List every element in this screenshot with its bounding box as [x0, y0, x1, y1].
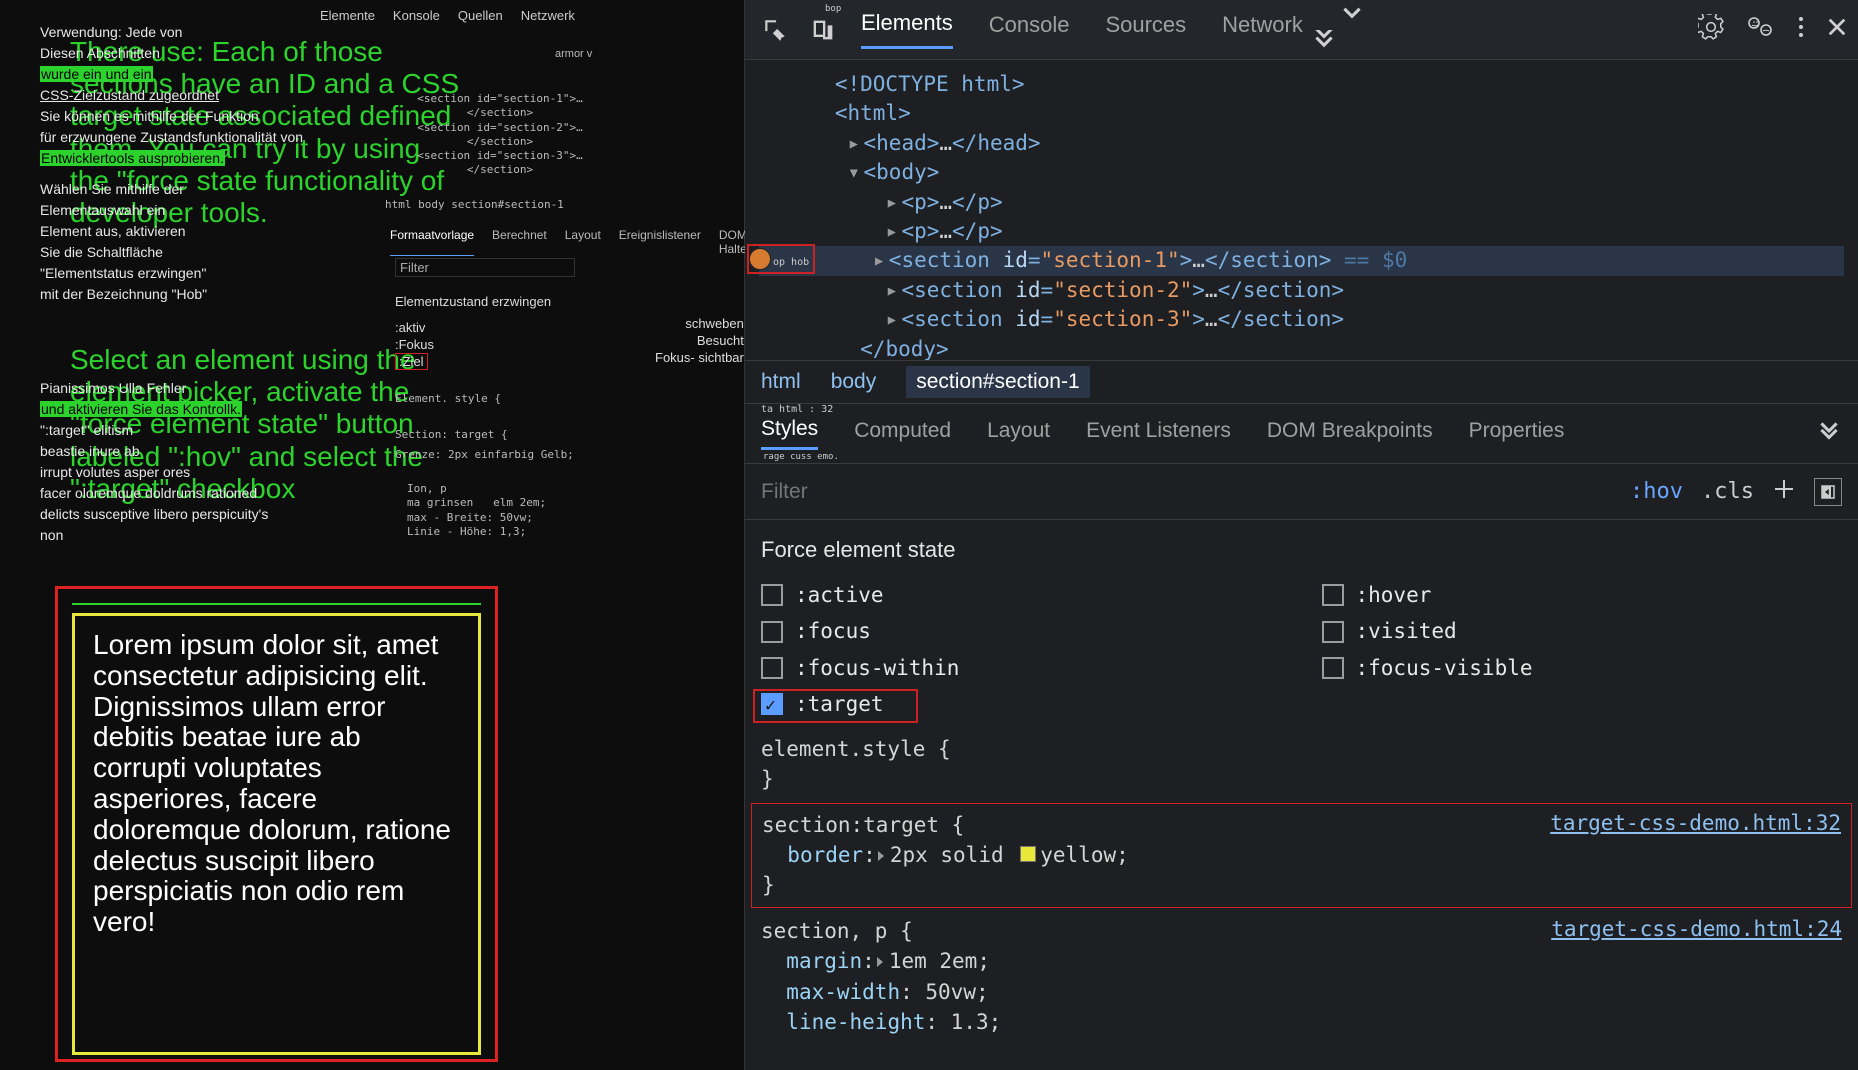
- styles-filter-row: :hov .cls: [745, 464, 1858, 520]
- source-link-target[interactable]: target-css-demo.html:32: [1550, 808, 1841, 838]
- devtools-panel: bop Elements Console Sources Network: [745, 0, 1858, 1070]
- add-rule-icon[interactable]: [1772, 477, 1796, 506]
- crumb-html[interactable]: html: [761, 370, 801, 394]
- mini-tab-elements[interactable]: Elemente: [320, 8, 375, 23]
- crumb-section1[interactable]: section#section-1: [906, 366, 1089, 398]
- crumb-body[interactable]: body: [831, 370, 877, 394]
- subtab-layout[interactable]: Layout: [987, 419, 1050, 449]
- state-focus-visible[interactable]: :focus-visible: [1322, 653, 1843, 683]
- styles-filter-input[interactable]: [761, 480, 1612, 504]
- force-state-grid: :active :hover :focus :visited :focus-wi…: [761, 580, 1842, 720]
- mini-states-left: :aktiv :Fokus :Ziel: [395, 320, 434, 371]
- mini-rule-elstyle: Element. style {: [395, 392, 501, 406]
- devtools-main-tabbar: bop Elements Console Sources Network: [745, 0, 1858, 60]
- tab-elements[interactable]: Elements: [861, 10, 953, 49]
- rendered-section-1: Lorem ipsum dolor sit, amet consectetur …: [55, 586, 498, 1062]
- tab-console[interactable]: Console: [989, 12, 1070, 48]
- forced-state-indicator-icon: [749, 248, 771, 270]
- mini-subtabs: Formaatvorlage Berechnet Layout Ereignis…: [390, 228, 783, 256]
- german-overlay-2: Pianissimos Ulla Fehler und aktivieren S…: [40, 378, 320, 546]
- state-hover[interactable]: :hover: [1322, 580, 1843, 610]
- dom-node-section-1[interactable]: ▸<section id="section-1">…</section> == …: [759, 246, 1844, 275]
- color-swatch-icon[interactable]: [1020, 846, 1036, 862]
- cls-toggle-button[interactable]: .cls: [1701, 479, 1754, 504]
- dom-tree[interactable]: <!DOCTYPE html> <html> ▸<head>…</head> ▾…: [745, 60, 1858, 360]
- rule-section-p[interactable]: target-css-demo.html:24 section, p { mar…: [761, 914, 1842, 1040]
- state-target[interactable]: :target: [761, 689, 1282, 719]
- settings-icon[interactable]: [1698, 14, 1724, 45]
- mini-subtab-events[interactable]: Ereignislistener: [619, 228, 701, 256]
- mini-subtab-computed[interactable]: Berechnet: [492, 228, 547, 256]
- subtab-dom-breakpoints[interactable]: DOM Breakpoints: [1267, 419, 1433, 449]
- subtab-computed[interactable]: Computed: [854, 419, 951, 449]
- subtab-styles[interactable]: Styles: [761, 417, 818, 450]
- subtab-properties[interactable]: Properties: [1469, 419, 1565, 449]
- close-icon[interactable]: [1826, 16, 1848, 43]
- state-focus-within[interactable]: :focus-within: [761, 653, 1282, 683]
- more-tabs-icon[interactable]: [1339, 0, 1368, 61]
- feedback-icon[interactable]: [1746, 14, 1776, 45]
- mini-subtab-layout[interactable]: Layout: [565, 228, 601, 256]
- mini-tab-sources[interactable]: Quellen: [458, 8, 503, 23]
- mini-tab-console[interactable]: Konsole: [393, 8, 440, 23]
- mini-states-right: schweben Besucht Fokus- sichtbar: [655, 316, 744, 367]
- state-active[interactable]: :active: [761, 580, 1282, 610]
- mini-rule-sectionp: Ion, p ma grinsen elm 2em; max - Breite:…: [407, 482, 546, 539]
- mini-armor-label: armor v: [555, 48, 592, 60]
- device-toolbar-icon[interactable]: bop: [803, 10, 843, 50]
- lorem-paragraph: Lorem ipsum dolor sit, amet consectetur …: [93, 630, 460, 938]
- german-overlay-1: Verwendung: Jede von Diesen Abschnitten …: [40, 22, 310, 305]
- state-visited[interactable]: :visited: [1322, 616, 1843, 646]
- tab-network[interactable]: Network: [1222, 12, 1303, 48]
- more-menu-icon[interactable]: [1798, 15, 1804, 44]
- mini-rule-border: Grenze: 2px einfarbig Gelb;: [395, 448, 574, 462]
- rule-section-target[interactable]: target-css-demo.html:32 section:target {…: [762, 808, 1841, 903]
- mini-filter[interactable]: Filter: [395, 258, 575, 277]
- mini-rule-target: Section: target {: [395, 428, 508, 442]
- subtab-more-icon[interactable]: [1816, 418, 1842, 450]
- subtab-event-listeners[interactable]: Event Listeners: [1086, 419, 1231, 449]
- mini-crumb: html body section#section-1: [385, 198, 564, 212]
- force-state-mini-title: Elementzustand erzwingen: [395, 294, 551, 309]
- ophob-label: op hob: [773, 256, 809, 270]
- mini-tab-network[interactable]: Netzwerk: [521, 8, 575, 23]
- source-link-sectionp[interactable]: target-css-demo.html:24: [1551, 914, 1842, 944]
- state-focus[interactable]: :focus: [761, 616, 1282, 646]
- hov-toggle-button[interactable]: :hov: [1630, 479, 1683, 504]
- mini-dom-snippet: <section id="section-1">…</section> <sec…: [410, 92, 590, 178]
- rule-element-style[interactable]: element.style { }: [761, 732, 1842, 797]
- annotation-highlight-box: [753, 689, 918, 723]
- breadcrumb[interactable]: html body section#section-1 ta html : 32: [745, 360, 1858, 404]
- styles-subtabs: Styles Computed Layout Event Listeners D…: [745, 404, 1858, 464]
- toggle-side-panel-icon[interactable]: [1814, 478, 1842, 506]
- inspect-element-icon[interactable]: [755, 10, 795, 50]
- mini-devtools-tabs: Elemente Konsole Quellen Netzwerk: [320, 8, 575, 23]
- force-element-state-title: Force element state: [761, 534, 1842, 566]
- subtab-tiny-label: rage cuss emo.: [763, 452, 839, 462]
- page-preview-pane: Elemente Konsole Quellen Netzwerk There …: [0, 0, 745, 1070]
- mini-subtab-styles[interactable]: Formaatvorlage: [390, 228, 474, 256]
- annotation-highlight-rule: target-css-demo.html:32 section:target {…: [751, 803, 1852, 908]
- tab-sources[interactable]: Sources: [1105, 12, 1186, 48]
- styles-body[interactable]: Force element state :active :hover :focu…: [745, 520, 1858, 1070]
